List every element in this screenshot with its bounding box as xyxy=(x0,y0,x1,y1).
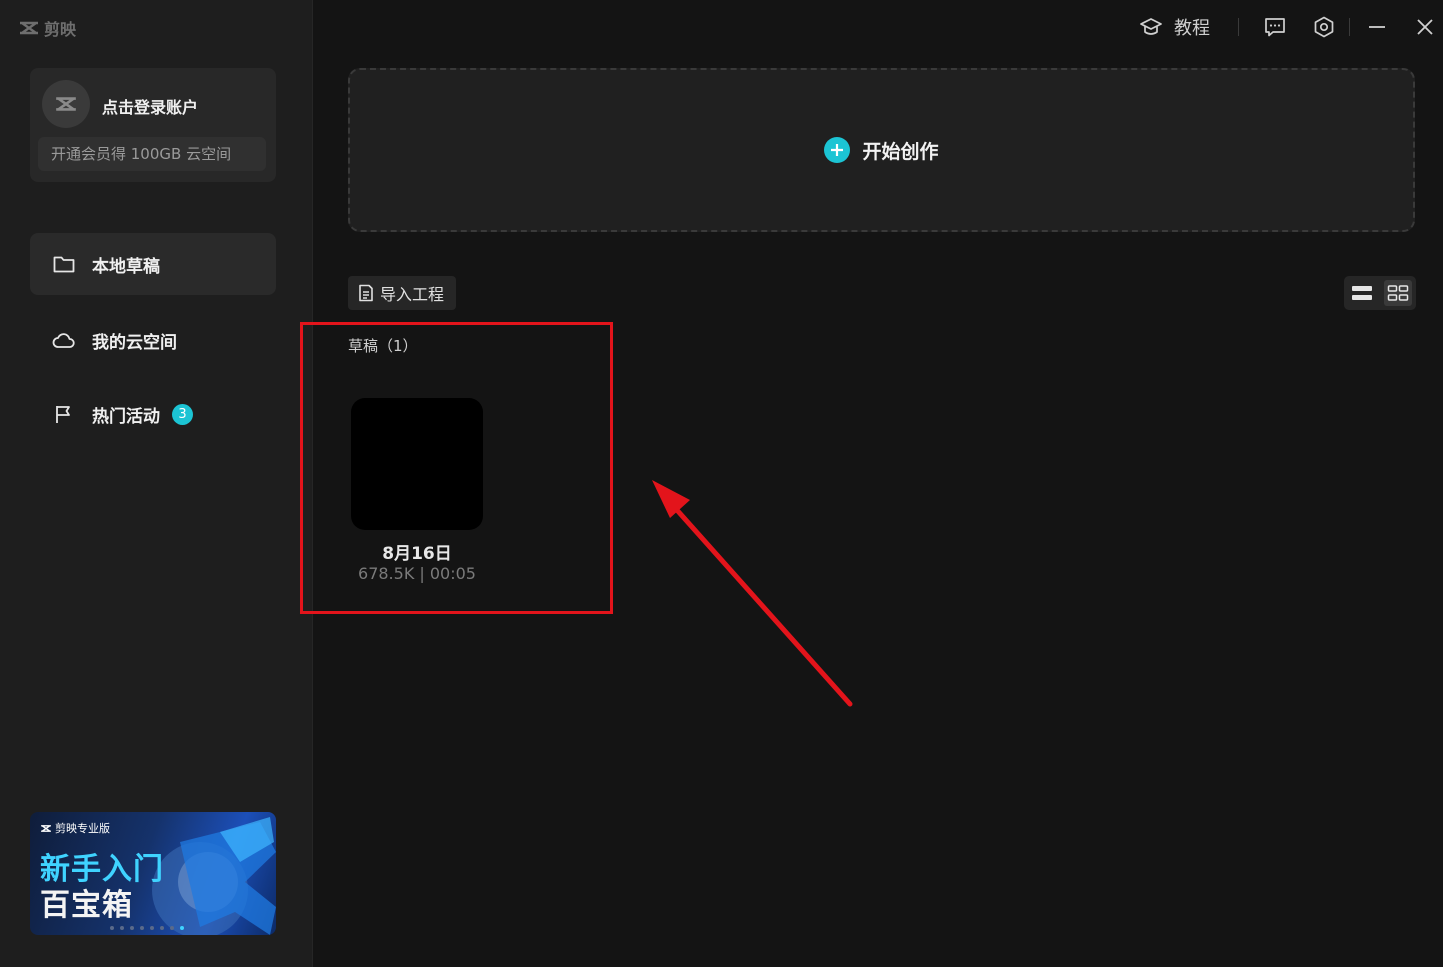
sidebar-item-local-drafts[interactable]: 本地草稿 xyxy=(30,233,276,295)
list-view-icon xyxy=(1352,286,1372,300)
sidebar-item-hot-events[interactable]: 热门活动 3 xyxy=(30,383,276,445)
vip-promo[interactable]: 开通会员得 100GB 云空间 xyxy=(38,137,266,171)
capcut-logo-icon xyxy=(20,21,38,35)
view-mode-toggle xyxy=(1344,276,1416,310)
banner-title-line2: 百宝箱 xyxy=(40,888,133,923)
capcut-avatar-icon xyxy=(56,97,76,111)
document-icon xyxy=(359,284,373,302)
login-label[interactable]: 点击登录账户 xyxy=(102,94,198,118)
carousel-dots[interactable] xyxy=(110,926,184,930)
tutorial-label: 教程 xyxy=(1174,18,1210,39)
banner-brand-text: 剪映专业版 xyxy=(55,822,110,835)
grid-view-icon xyxy=(1387,285,1409,301)
login-card[interactable]: 点击登录账户 开通会员得 100GB 云空间 xyxy=(30,68,276,182)
sidebar-item-label: 热门活动 xyxy=(92,406,160,427)
tutorial-button[interactable]: 教程 xyxy=(1140,14,1210,40)
plus-icon xyxy=(824,137,851,163)
start-creating-button[interactable]: 开始创作 xyxy=(824,137,939,164)
list-view-button[interactable] xyxy=(1348,280,1376,306)
top-bar: 教程 xyxy=(312,0,1443,54)
close-button[interactable] xyxy=(1415,14,1435,40)
carousel-dot[interactable] xyxy=(120,926,124,930)
beginner-toolbox-banner[interactable]: 剪映专业版 新手入门 百宝箱 xyxy=(30,812,276,935)
app-name: 剪映 xyxy=(44,20,77,39)
banner-brand: 剪映专业版 xyxy=(40,820,110,836)
carousel-dot[interactable] xyxy=(110,926,114,930)
capcut-logo-icon xyxy=(41,824,51,832)
folder-icon xyxy=(52,252,76,276)
highlight-box xyxy=(300,322,613,614)
flag-icon xyxy=(52,402,76,426)
divider xyxy=(1238,18,1239,36)
sidebar-item-label: 我的云空间 xyxy=(92,332,177,353)
app-logo: 剪映 xyxy=(18,16,76,40)
avatar[interactable] xyxy=(42,80,90,128)
start-creating-area[interactable]: 开始创作 xyxy=(348,68,1415,232)
carousel-dot[interactable] xyxy=(140,926,144,930)
carousel-dot[interactable] xyxy=(160,926,164,930)
carousel-dot[interactable] xyxy=(130,926,134,930)
sidebar-item-label: 本地草稿 xyxy=(92,256,160,277)
carousel-dot[interactable] xyxy=(170,926,174,930)
import-project-button[interactable]: 导入工程 xyxy=(348,276,456,310)
carousel-dot-active[interactable] xyxy=(180,926,184,930)
carousel-dot[interactable] xyxy=(150,926,154,930)
annotation-arrow xyxy=(652,480,853,707)
import-project-label: 导入工程 xyxy=(380,285,445,304)
divider xyxy=(1349,18,1350,36)
graduation-cap-icon xyxy=(1140,18,1162,35)
cloud-icon xyxy=(52,328,76,352)
notification-badge: 3 xyxy=(172,403,193,425)
settings-hex-icon xyxy=(1314,16,1334,38)
close-icon xyxy=(1417,19,1433,35)
minimize-icon xyxy=(1369,26,1385,28)
message-icon xyxy=(1265,18,1285,37)
sidebar: 剪映 点击登录账户 开通会员得 100GB 云空间 本地草稿 我的云空间 热门活… xyxy=(0,0,313,967)
feedback-button[interactable] xyxy=(1264,14,1286,40)
grid-view-button[interactable] xyxy=(1384,280,1412,306)
start-creating-label: 开始创作 xyxy=(862,140,939,163)
minimize-button[interactable] xyxy=(1367,14,1387,40)
settings-button[interactable] xyxy=(1313,14,1335,40)
sidebar-item-cloud-space[interactable]: 我的云空间 xyxy=(30,309,276,371)
